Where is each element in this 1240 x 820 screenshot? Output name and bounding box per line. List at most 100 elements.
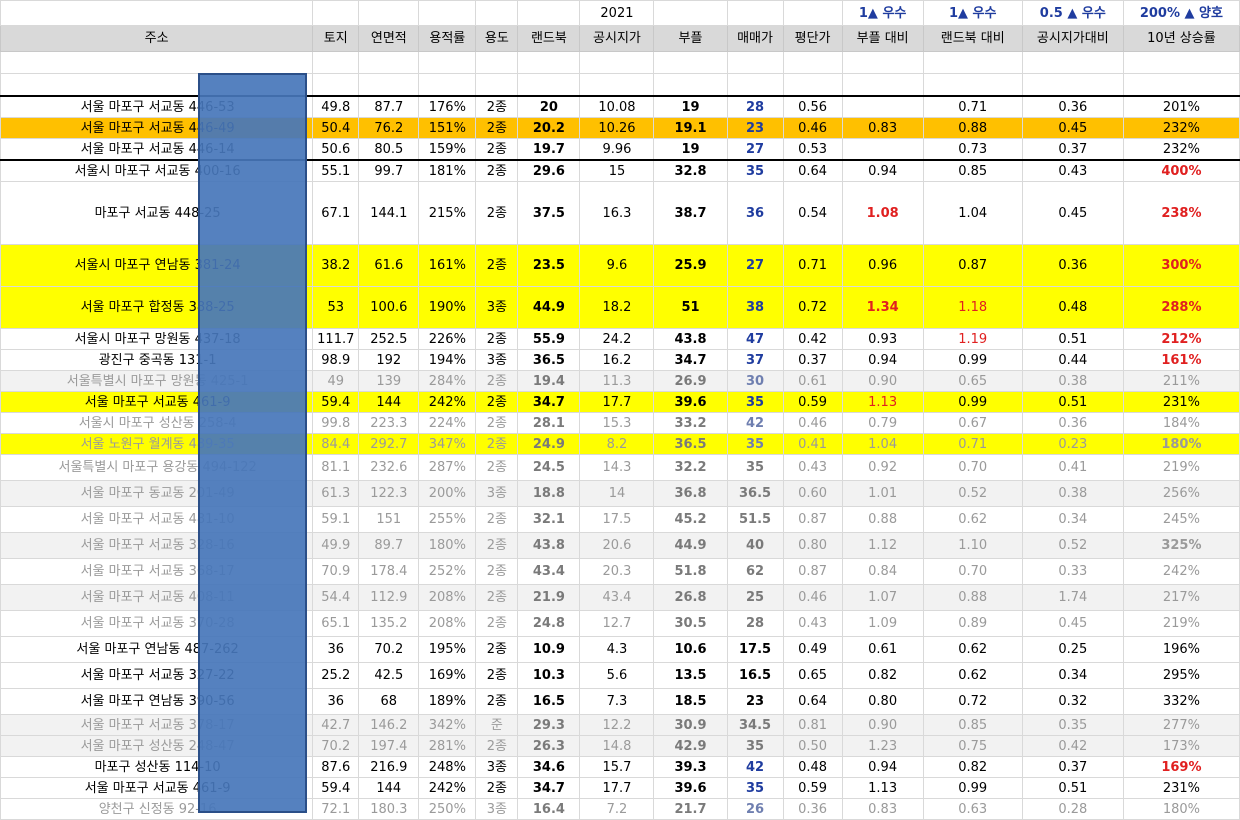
cell-ppp[interactable]: 0.65 (782, 662, 843, 689)
cell-ppp[interactable]: 0.46 (782, 117, 843, 139)
cell-land[interactable]: 72.1 (312, 798, 360, 820)
cell-lb[interactable]: 10.3 (517, 662, 581, 689)
cell-vlb[interactable]: 0.88 (922, 117, 1023, 139)
cell-rise[interactable]: 180% (1122, 798, 1240, 820)
cell-vlb[interactable]: 0.99 (922, 391, 1023, 413)
cell-lb[interactable]: 19.7 (517, 138, 581, 161)
column-header[interactable]: 토지 (312, 25, 360, 52)
cell-ppp[interactable]: 0.81 (782, 714, 843, 736)
cell-floor[interactable]: 42.5 (358, 662, 420, 689)
cell-vlb[interactable]: 1.19 (922, 328, 1023, 350)
cell-ppp[interactable]: 0.56 (782, 95, 843, 118)
cell-off[interactable]: 15.7 (579, 756, 655, 778)
cell-price[interactable]: 62 (726, 558, 784, 585)
cell-lb[interactable]: 24.5 (517, 454, 581, 481)
cell-vbp[interactable]: 0.82 (841, 662, 924, 689)
cell-vbp[interactable]: 0.83 (841, 798, 924, 820)
cell-use[interactable]: 3종 (475, 798, 519, 820)
cell-vbp[interactable] (841, 95, 924, 118)
table-row[interactable]: 서울시 마포구 망원동 437-18 111.7 252.5 226% 2종 55.9 24… (0, 328, 1240, 350)
cell-voff[interactable]: 0.34 (1021, 506, 1124, 533)
cell-use[interactable]: 3종 (475, 286, 519, 329)
cell-use[interactable]: 2종 (475, 777, 519, 799)
cell-land[interactable]: 50.6 (312, 138, 360, 161)
table-row[interactable]: 서울 마포구 합정동 388-25 53 100.6 190% 3종 44.9 18.2 51… (0, 286, 1240, 329)
cell-use[interactable]: 2종 (475, 662, 519, 689)
cell-far[interactable]: 242% (418, 777, 477, 799)
cell-far[interactable]: 342% (418, 714, 477, 736)
cell-bp[interactable]: 51.8 (653, 558, 728, 585)
cell-far[interactable]: 151% (418, 117, 477, 139)
cell-off[interactable]: 17.7 (579, 391, 655, 413)
cell-price[interactable]: 35 (726, 777, 784, 799)
cell-floor[interactable]: 192 (358, 349, 420, 371)
table-row[interactable]: 서울 마포구 서교동 446-53 49.8 87.7 176% 2종 20 10.08 19… (0, 95, 1240, 118)
cell-voff[interactable]: 0.51 (1021, 777, 1124, 799)
cell-vbp[interactable]: 1.01 (841, 480, 924, 507)
cell-ppp[interactable]: 0.46 (782, 412, 843, 434)
cell-ppp[interactable]: 0.59 (782, 391, 843, 413)
cell-ppp[interactable]: 0.42 (782, 328, 843, 350)
cell-ppp[interactable]: 0.59 (782, 777, 843, 799)
cell-vbp[interactable]: 0.80 (841, 688, 924, 715)
cell-far[interactable]: 224% (418, 412, 477, 434)
cell-price[interactable]: 26 (726, 798, 784, 820)
cell-far[interactable]: 159% (418, 138, 477, 161)
cell-rise[interactable]: 245% (1122, 506, 1240, 533)
cell-use[interactable]: 2종 (475, 735, 519, 757)
cell-ppp[interactable]: 0.54 (782, 181, 843, 245)
table-row[interactable]: 서울 마포구 서교동 370-28 65.1 135.2 208% 2종 24.8 12.7… (0, 610, 1240, 637)
table-row[interactable]: 서울 마포구 동교동 201-49 61.3 122.3 200% 3종 18.8 14 36… (0, 480, 1240, 507)
cell-price[interactable]: 28 (726, 95, 784, 118)
cell-bp[interactable]: 34.7 (653, 349, 728, 371)
cell-far[interactable]: 161% (418, 244, 477, 287)
cell-bp[interactable]: 26.9 (653, 370, 728, 392)
cell-rise[interactable]: 219% (1122, 610, 1240, 637)
cell-land[interactable]: 67.1 (312, 181, 360, 245)
table-row[interactable]: 서울 마포구 서교동 328-16 49.9 89.7 180% 2종 43.8 20.6 4… (0, 532, 1240, 559)
cell-far[interactable]: 284% (418, 370, 477, 392)
cell-lb[interactable]: 43.8 (517, 532, 581, 559)
cell-ppp[interactable]: 0.64 (782, 688, 843, 715)
cell-vlb[interactable]: 0.70 (922, 454, 1023, 481)
cell-price[interactable]: 25 (726, 584, 784, 611)
cell-use[interactable]: 3종 (475, 480, 519, 507)
cell-far[interactable]: 242% (418, 391, 477, 413)
cell-lb[interactable]: 37.5 (517, 181, 581, 245)
cell-off[interactable]: 7.3 (579, 688, 655, 715)
cell-rise[interactable]: 288% (1122, 286, 1240, 329)
cell-floor[interactable]: 216.9 (358, 756, 420, 778)
cell-land[interactable]: 81.1 (312, 454, 360, 481)
cell-ppp[interactable]: 0.87 (782, 506, 843, 533)
cell-ppp[interactable]: 0.43 (782, 610, 843, 637)
cell-rise[interactable]: 212% (1122, 328, 1240, 350)
cell-ppp[interactable]: 0.37 (782, 349, 843, 371)
cell-price[interactable]: 30 (726, 370, 784, 392)
cell-bp[interactable]: 25.9 (653, 244, 728, 287)
cell-price[interactable]: 28 (726, 610, 784, 637)
cell-land[interactable]: 70.2 (312, 735, 360, 757)
cell-off[interactable]: 9.96 (579, 138, 655, 161)
cell-lb[interactable]: 34.7 (517, 777, 581, 799)
column-header[interactable]: 부플 (653, 25, 728, 52)
cell-off[interactable]: 16.2 (579, 349, 655, 371)
cell-far[interactable]: 190% (418, 286, 477, 329)
cell-land[interactable]: 59.4 (312, 777, 360, 799)
cell-rise[interactable]: 400% (1122, 159, 1240, 182)
cell-price[interactable]: 35 (726, 454, 784, 481)
table-row[interactable]: 마포구 서교동 448-25 67.1 144.1 215% 2종 37.5 16.3 38.… (0, 181, 1240, 245)
cell-off[interactable]: 24.2 (579, 328, 655, 350)
cell-bp[interactable]: 32.2 (653, 454, 728, 481)
cell-rise[interactable]: 232% (1122, 117, 1240, 139)
table-row[interactable]: 서울시 마포구 연남동 381-24 38.2 61.6 161% 2종 23.5 9.6 2… (0, 244, 1240, 287)
cell-off[interactable]: 11.3 (579, 370, 655, 392)
cell-vbp[interactable]: 0.93 (841, 328, 924, 350)
cell-use[interactable]: 2종 (475, 117, 519, 139)
cell-lb[interactable]: 43.4 (517, 558, 581, 585)
cell-floor[interactable]: 135.2 (358, 610, 420, 637)
cell-use[interactable]: 2종 (475, 391, 519, 413)
criteria-landbook-cell[interactable]: 1▲ 우수 (922, 0, 1023, 26)
cell-floor[interactable]: 144.1 (358, 181, 420, 245)
criteria-official-cell[interactable]: 0.5 ▲ 우수 (1021, 0, 1124, 26)
cell-vbp[interactable]: 1.13 (841, 777, 924, 799)
